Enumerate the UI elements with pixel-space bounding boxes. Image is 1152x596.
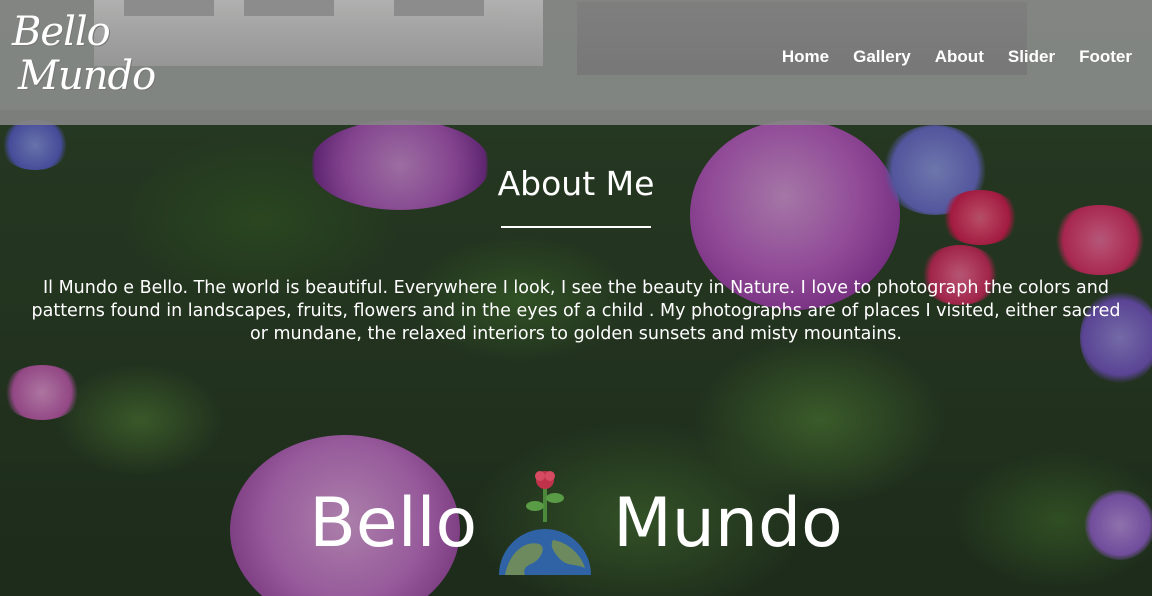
- site-header: Bello Mundo Home Gallery About Slider Fo…: [0, 0, 1152, 125]
- brand-left-text: Bello: [309, 483, 478, 563]
- about-text: Il Mundo e Bello. The world is beautiful…: [31, 278, 1121, 344]
- logo-line1: Bello: [12, 9, 111, 55]
- site-logo[interactable]: Bello Mundo: [12, 10, 162, 110]
- nav-about[interactable]: About: [935, 47, 984, 67]
- nav-gallery[interactable]: Gallery: [853, 47, 911, 67]
- brand-banner: Bello Mundo: [0, 471, 1152, 575]
- logo-line2: Mundo: [18, 53, 156, 99]
- main-nav: Home Gallery About Slider Footer: [782, 47, 1132, 67]
- globe-with-flower-icon: [495, 468, 595, 578]
- nav-footer[interactable]: Footer: [1079, 47, 1132, 67]
- nav-slider[interactable]: Slider: [1008, 47, 1055, 67]
- nav-home[interactable]: Home: [782, 47, 829, 67]
- about-title: About Me: [497, 164, 655, 203]
- header-strip: [0, 110, 1152, 125]
- title-underline: [501, 226, 651, 228]
- brand-right-text: Mundo: [613, 483, 843, 563]
